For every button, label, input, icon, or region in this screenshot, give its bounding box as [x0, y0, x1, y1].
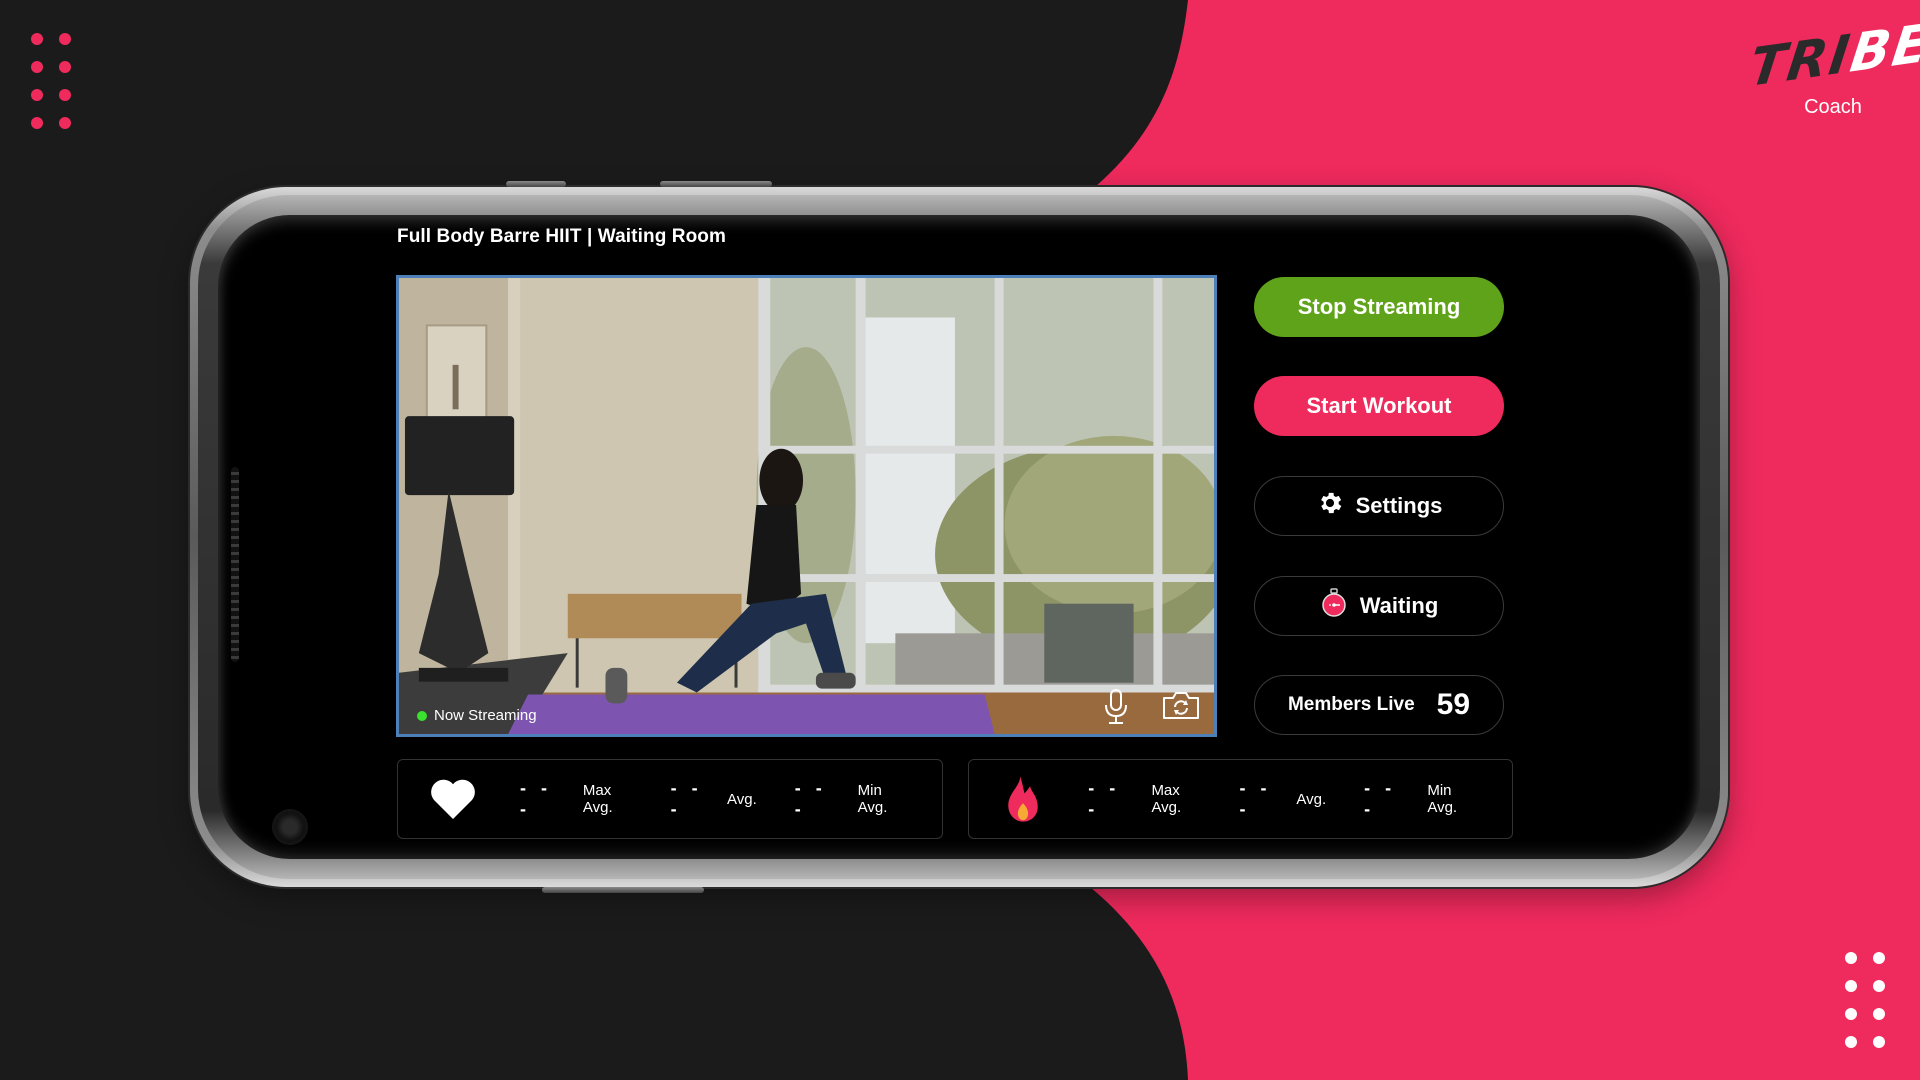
- logo-subtitle: Coach: [1804, 96, 1862, 118]
- settings-button[interactable]: Settings: [1254, 476, 1504, 536]
- start-workout-label: Start Workout: [1306, 393, 1452, 418]
- settings-label: Settings: [1355, 493, 1443, 518]
- stop-streaming-label: Stop Streaming: [1297, 294, 1461, 319]
- stat-min-avg: - - - Min Avg.: [1364, 778, 1474, 820]
- gear-icon: [1316, 489, 1344, 523]
- stat-avg: - - - Avg.: [671, 778, 757, 820]
- start-workout-button[interactable]: Start Workout: [1254, 376, 1504, 436]
- phone-side-button: [506, 181, 566, 187]
- waiting-label: Waiting: [1359, 593, 1439, 618]
- stat-label: Avg.: [727, 790, 757, 808]
- waiting-status-button[interactable]: Waiting: [1254, 576, 1504, 636]
- members-live-counter: Members Live 59: [1254, 675, 1504, 735]
- stat-label: Avg.: [1296, 790, 1327, 808]
- decorative-dots-bottom-right: [1845, 952, 1885, 1048]
- members-live-label: Members Live: [1287, 694, 1415, 715]
- stat-value: - - -: [1239, 778, 1272, 819]
- stat-label: Min Avg.: [857, 782, 888, 816]
- decorative-dots-top-left: [31, 33, 71, 129]
- video-preview[interactable]: Now Streaming: [396, 275, 1217, 737]
- calories-stats-panel: - - - Max Avg. - - - Avg. - - - Min Avg.: [968, 759, 1513, 839]
- camera-flip-icon[interactable]: [1162, 690, 1200, 720]
- heart-icon: [428, 775, 478, 823]
- stat-min-avg: - - - Min Avg.: [795, 778, 904, 820]
- stat-value: - - -: [794, 778, 827, 819]
- stat-max-avg: - - - Max Avg.: [520, 778, 633, 820]
- streaming-status: Now Streaming: [417, 707, 537, 724]
- stat-label: Max Avg.: [582, 782, 613, 816]
- phone-side-button: [660, 181, 772, 187]
- stop-streaming-button[interactable]: Stop Streaming: [1254, 277, 1504, 337]
- stat-value: - - -: [1364, 778, 1397, 819]
- members-live-count: 59: [1436, 688, 1471, 721]
- stat-avg: - - - Avg.: [1240, 778, 1327, 820]
- stat-label: Min Avg.: [1427, 782, 1458, 816]
- streaming-status-label: Now Streaming: [434, 707, 537, 724]
- stat-value: - - -: [1088, 778, 1121, 819]
- stopwatch-icon: [1320, 588, 1348, 624]
- front-camera: [274, 811, 306, 843]
- mic-icon[interactable]: [1103, 688, 1129, 726]
- flame-icon: [999, 775, 1046, 823]
- stat-value: - - -: [670, 778, 703, 819]
- stat-max-avg: - - - Max Avg.: [1088, 778, 1201, 820]
- stat-value: - - -: [520, 778, 552, 819]
- phone-side-button: [542, 887, 704, 893]
- tribe-coach-logo: TRIBE Coach: [1746, 13, 1920, 119]
- video-frame-image: [399, 278, 1214, 734]
- stat-label: Max Avg.: [1151, 782, 1182, 816]
- heart-rate-stats-panel: - - - Max Avg. - - - Avg. - - - Min Avg.: [397, 759, 943, 839]
- page-title: Full Body Barre HIIT | Waiting Room: [397, 226, 727, 247]
- speaker-grill: [231, 467, 239, 662]
- live-indicator-dot: [417, 710, 427, 721]
